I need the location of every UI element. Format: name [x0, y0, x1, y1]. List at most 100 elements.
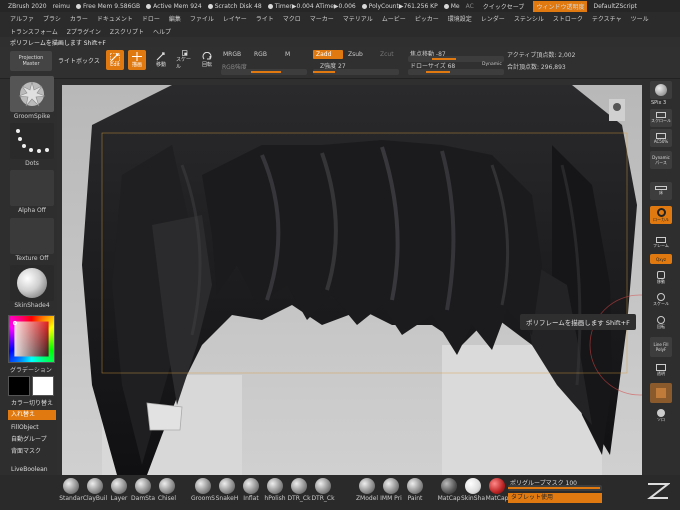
material-skinshade[interactable]: SkinSha [461, 478, 485, 502]
brush-ball-icon [291, 478, 307, 494]
scale-view-button[interactable]: スケール [650, 291, 672, 309]
rgb-intensity-slider[interactable] [221, 69, 307, 75]
frame-button[interactable]: フレーム [650, 234, 672, 252]
material-matcap-1[interactable]: MatCap [438, 478, 460, 502]
menu-brush[interactable]: ブラシ [43, 14, 61, 23]
zcut-button[interactable]: Zcut [380, 51, 394, 58]
alpha-thumbnail[interactable] [10, 170, 54, 206]
menu-help[interactable]: ヘルプ [153, 27, 171, 36]
polygroup-mask-slider[interactable] [508, 485, 602, 491]
zoom-button[interactable]: AC50% [650, 129, 672, 147]
window-transparency-button[interactable]: ウィンドウ透明度 [533, 0, 588, 12]
line-fill-button[interactable]: Line Fill PolyF [650, 337, 672, 357]
draw-button[interactable]: 描画 [128, 50, 146, 70]
back-mask-button[interactable]: 背面マスク [8, 447, 56, 457]
default-script-button[interactable]: DefaultZScript [593, 3, 636, 10]
menu-picker[interactable]: ピッカー [415, 14, 439, 23]
floor-button[interactable]: 床 [650, 182, 672, 200]
brush-dtr-ck-2[interactable]: DTR_Ck [311, 478, 335, 502]
local-button[interactable]: ローカル [650, 206, 672, 224]
rotate-view-button[interactable]: 回転 [650, 314, 672, 332]
menu-edit[interactable]: 編集 [169, 14, 181, 23]
color-switch-button[interactable]: カラー切り替え [8, 399, 56, 409]
transparency-button[interactable]: 透明 [650, 361, 672, 379]
brush-name: GroomSpike [13, 113, 51, 120]
status-dot-icon [267, 3, 273, 9]
stroke-thumbnail[interactable] [10, 123, 54, 159]
main-color-swatch[interactable] [8, 376, 30, 396]
canvas-viewport[interactable] [62, 85, 642, 475]
status-dot-icon [361, 3, 367, 9]
color-picker[interactable] [8, 315, 55, 363]
live-boolean-button[interactable]: LiveBoolean [8, 465, 56, 475]
menu-marker[interactable]: マーカー [310, 14, 334, 23]
scale-button[interactable]: スケール [176, 50, 194, 70]
draw-size-slider[interactable] [408, 69, 504, 75]
menu-transform[interactable]: トランスフォーム [10, 27, 58, 36]
dynamic-button[interactable]: Dynamic [482, 62, 502, 67]
zadd-button[interactable]: Zadd [313, 50, 343, 59]
brush-thumbnail[interactable] [10, 76, 54, 112]
menu-stencil[interactable]: ステンシル [514, 14, 544, 23]
secondary-color-swatch[interactable] [32, 376, 54, 396]
scroll-button[interactable]: スクロール [650, 109, 672, 127]
menu-light[interactable]: ライト [256, 14, 274, 23]
brush-zmodeler[interactable]: ZModel [356, 478, 378, 502]
swap-button[interactable]: 入れ替え [8, 410, 56, 420]
projection-master-button[interactable]: Projection Master [10, 51, 52, 71]
status-dot-icon [146, 3, 152, 9]
menu-layer[interactable]: レイヤー [223, 14, 247, 23]
menu-draw[interactable]: ドロー [142, 14, 160, 23]
move-view-button[interactable]: 移動 [650, 269, 672, 287]
edit-button[interactable]: Edit [106, 50, 124, 70]
menu-alpha[interactable]: アルファ [10, 14, 34, 23]
menu-preferences[interactable]: 環境設定 [448, 14, 472, 23]
quick-save-button[interactable]: クイックセーブ [480, 2, 528, 11]
menu-stroke[interactable]: ストローク [553, 14, 583, 23]
menu-macro[interactable]: マクロ [283, 14, 301, 23]
material-thumbnail[interactable] [10, 265, 54, 301]
auto-group-button[interactable]: 自動グループ [8, 435, 56, 445]
perspective-button[interactable]: Dynamic パース [650, 151, 672, 169]
brush-standard[interactable]: Standar [59, 478, 83, 502]
brush-paint[interactable]: Paint [404, 478, 426, 502]
mrgb-button[interactable]: MRGB [223, 51, 241, 58]
rgb-button[interactable]: RGB [254, 51, 267, 58]
brush-snakehook[interactable]: SnakeH [216, 478, 238, 502]
bpr-button[interactable] [650, 81, 672, 99]
material-ball-icon [489, 478, 505, 494]
brush-layer[interactable]: Layer [108, 478, 130, 502]
menu-material[interactable]: マテリアル [343, 14, 373, 23]
menu-movie[interactable]: ムービー [382, 14, 406, 23]
zsub-button[interactable]: Zsub [348, 51, 363, 58]
brush-hpolish[interactable]: hPolish [264, 478, 286, 502]
brush-inflat[interactable]: Inflat [240, 478, 262, 502]
menu-zscript[interactable]: Zスクリプト [110, 27, 144, 36]
brush-chisel[interactable]: Chisel [156, 478, 178, 502]
rotate-button[interactable]: 回転 [199, 50, 215, 70]
brush-damstandard[interactable]: DamSta [131, 478, 155, 502]
z-intensity-slider[interactable] [313, 69, 399, 75]
gradient-label[interactable]: グラデーション [10, 365, 54, 374]
texture-thumbnail[interactable] [10, 218, 54, 254]
brush-claybuildup[interactable]: ClayBuil [83, 478, 107, 502]
menu-texture[interactable]: テクスチャ [592, 14, 622, 23]
lightbox-button[interactable]: ライトボックス [58, 56, 100, 65]
material-matcap-red[interactable]: MatCap [486, 478, 508, 502]
solo-button[interactable]: ソロ [650, 407, 672, 425]
menu-file[interactable]: ファイル [190, 14, 214, 23]
brush-dtr-ck-1[interactable]: DTR_Ck [287, 478, 311, 502]
ghost-button[interactable] [650, 383, 672, 403]
move-button[interactable]: 移動 [153, 50, 169, 70]
menu-color[interactable]: カラー [70, 14, 88, 23]
xyz-button[interactable]: Qxyz [650, 254, 672, 264]
fill-object-button[interactable]: FillObject [8, 423, 56, 433]
menu-document[interactable]: ドキュメント [97, 14, 133, 23]
menu-render[interactable]: レンダー [481, 14, 505, 23]
brush-groomspike[interactable]: GroomS [191, 478, 215, 502]
brush-imm-primitives[interactable]: IMM Pri [380, 478, 402, 502]
menu-tool[interactable]: ツール [631, 14, 649, 23]
m-button[interactable]: M [285, 51, 290, 58]
tablet-button[interactable]: タブレット使用 [508, 493, 602, 503]
menu-zplugin[interactable]: Zプラグイン [67, 27, 101, 36]
